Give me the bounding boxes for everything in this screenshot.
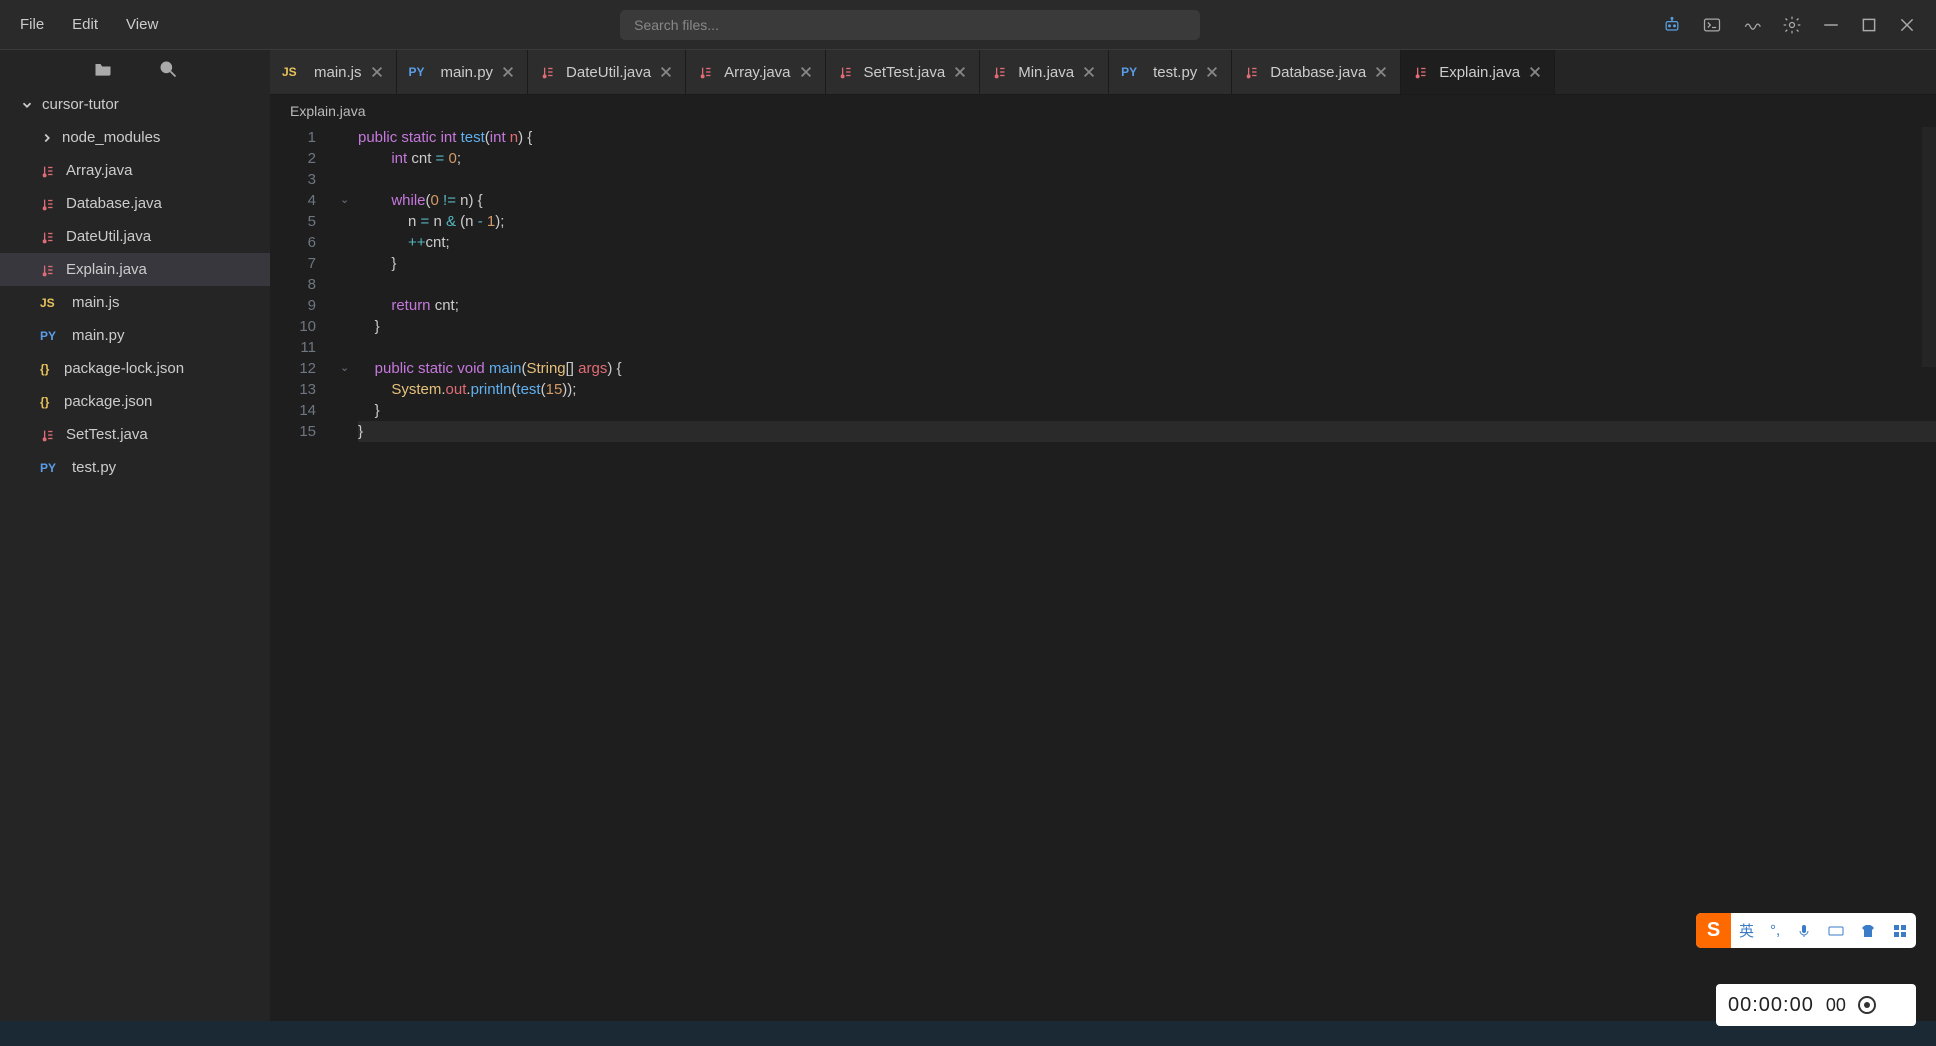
menu-view[interactable]: View (126, 16, 158, 33)
tree-file-main-js[interactable]: JSmain.js (0, 286, 270, 319)
close-icon[interactable] (1528, 65, 1542, 79)
close-icon[interactable] (953, 65, 967, 79)
tree-file-Array-java[interactable]: Array.java (0, 154, 270, 187)
record-icon[interactable] (1858, 996, 1876, 1014)
tree-file-SetTest-java[interactable]: SetTest.java (0, 418, 270, 451)
fold-column: ⌄⌄ (340, 127, 358, 1021)
close-icon[interactable] (1374, 65, 1388, 79)
tab-DateUtil-java[interactable]: DateUtil.java (528, 50, 686, 94)
tree-file-package-json[interactable]: {}package.json (0, 385, 270, 418)
ime-toolbar[interactable]: S 英 °, (1696, 913, 1916, 948)
menu-bar: File Edit View (20, 16, 158, 33)
ime-shirt-icon[interactable] (1860, 923, 1876, 939)
close-icon[interactable] (501, 65, 515, 79)
folder-icon[interactable] (93, 59, 113, 79)
timer-frames: 00 (1826, 995, 1846, 1016)
scrollbar[interactable] (1922, 127, 1936, 367)
explorer-sidebar: cursor-tutornode_modulesArray.javaDataba… (0, 50, 270, 1021)
tree-file-package-lock-json[interactable]: {}package-lock.json (0, 352, 270, 385)
tree-file-test-py[interactable]: PYtest.py (0, 451, 270, 484)
close-icon[interactable] (799, 65, 813, 79)
tree-file-DateUtil-java[interactable]: DateUtil.java (0, 220, 270, 253)
close-icon[interactable] (1082, 65, 1096, 79)
robot-icon[interactable] (1662, 15, 1682, 35)
tree-folder-node-modules[interactable]: node_modules (0, 121, 270, 154)
search-input[interactable]: Search files... (620, 10, 1200, 40)
tab-bar: JSmain.jsPYmain.pyDateUtil.javaArray.jav… (270, 50, 1936, 95)
tab-SetTest-java[interactable]: SetTest.java (826, 50, 981, 94)
terminal-icon[interactable] (1702, 15, 1722, 35)
ime-punct-icon[interactable]: °, (1770, 922, 1780, 939)
maximize-button[interactable] (1860, 16, 1878, 34)
tree-root[interactable]: cursor-tutor (0, 88, 270, 121)
tab-Explain-java[interactable]: Explain.java (1401, 50, 1555, 94)
tree-file-Explain-java[interactable]: Explain.java (0, 253, 270, 286)
wave-icon[interactable] (1742, 15, 1762, 35)
status-bar (0, 1021, 1936, 1046)
tree-file-main-py[interactable]: PYmain.py (0, 319, 270, 352)
close-icon[interactable] (659, 65, 673, 79)
titlebar: File Edit View Search files... (0, 0, 1936, 50)
minimize-button[interactable] (1822, 16, 1840, 34)
ime-mic-icon[interactable] (1796, 923, 1812, 939)
menu-file[interactable]: File (20, 16, 44, 33)
tab-Min-java[interactable]: Min.java (980, 50, 1109, 94)
recording-timer[interactable]: 00:00:00 00 (1716, 984, 1916, 1026)
tab-main-js[interactable]: JSmain.js (270, 50, 397, 94)
ime-keyboard-icon[interactable] (1828, 923, 1844, 939)
ime-grid-icon[interactable] (1892, 923, 1908, 939)
breadcrumb[interactable]: Explain.java (270, 95, 1936, 127)
timer-time: 00:00:00 (1728, 994, 1814, 1017)
tab-main-py[interactable]: PYmain.py (397, 50, 529, 94)
tab-Database-java[interactable]: Database.java (1232, 50, 1401, 94)
code-editor[interactable]: 123456789101112131415 ⌄⌄ public static i… (270, 127, 1936, 1021)
close-icon[interactable] (1205, 65, 1219, 79)
ime-brand-icon: S (1696, 913, 1731, 948)
tree-file-Database-java[interactable]: Database.java (0, 187, 270, 220)
ime-lang[interactable]: 英 (1739, 920, 1754, 941)
line-gutter: 123456789101112131415 (270, 127, 340, 1021)
close-icon[interactable] (370, 65, 384, 79)
gear-icon[interactable] (1782, 15, 1802, 35)
search-icon[interactable] (158, 59, 178, 79)
tab-Array-java[interactable]: Array.java (686, 50, 825, 94)
close-button[interactable] (1898, 16, 1916, 34)
menu-edit[interactable]: Edit (72, 16, 98, 33)
tab-test-py[interactable]: PYtest.py (1109, 50, 1232, 94)
